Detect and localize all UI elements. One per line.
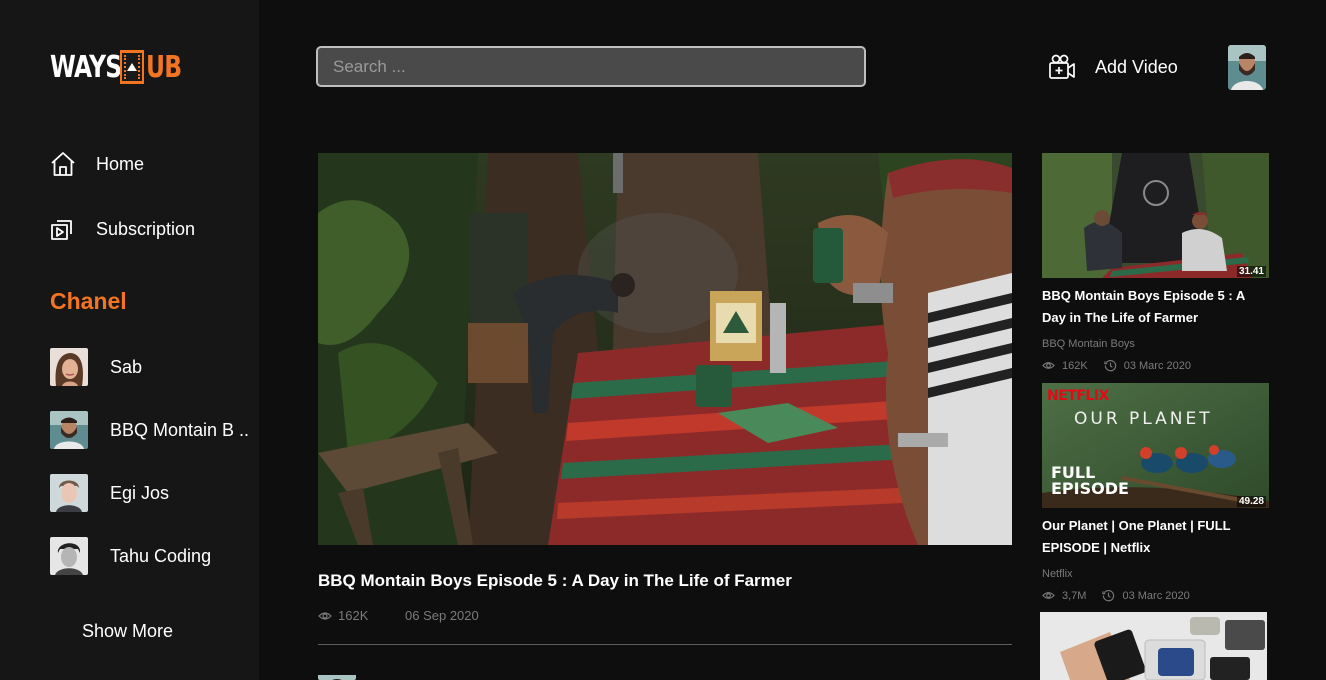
recommended-thumbnail[interactable]: 31.41 <box>1042 153 1269 278</box>
channel-name: Sab <box>110 356 143 377</box>
recommended-channel: BBQ Montain Boys <box>1042 338 1135 350</box>
avatar <box>50 348 88 386</box>
logo-tv-icon <box>120 50 144 84</box>
channel-name: Egi Jos <box>110 482 170 503</box>
views-count: 162K <box>338 608 369 623</box>
add-video-icon <box>1049 54 1075 79</box>
video-frame-image <box>318 153 1012 545</box>
nav-home-label: Home <box>96 153 145 174</box>
channel-name: Tahu Coding <box>110 545 212 566</box>
nav-subscription[interactable]: Subscription <box>50 216 195 242</box>
home-icon <box>51 152 75 176</box>
upload-date: 06 Sep 2020 <box>405 608 479 623</box>
nav-subscription-label: Subscription <box>96 218 196 239</box>
channel-item-sab[interactable]: Sab <box>50 348 142 386</box>
thumb-netflix-text: NETFLIX <box>1047 388 1110 404</box>
thumbnail-image: NETFLIX OUR PLANET FULL EPISODE <box>1042 383 1269 508</box>
channel-item-egi-jos[interactable]: Egi Jos <box>50 474 169 512</box>
recommended-meta: 3,7M 03 Marc 2020 <box>1042 589 1190 602</box>
recommended-meta: 162K 03 Marc 2020 <box>1042 359 1191 372</box>
nav-home[interactable]: Home <box>50 151 144 177</box>
video-title: BBQ Montain Boys Episode 5 : A Day in Th… <box>318 571 792 590</box>
upload-date: 03 Marc 2020 <box>1122 589 1190 602</box>
channel-item-tahu-coding[interactable]: Tahu Coding <box>50 537 211 575</box>
avatar <box>50 537 88 575</box>
eye-icon <box>318 611 332 620</box>
chanel-heading: Chanel <box>50 288 127 314</box>
thumb-badge-line2: EPISODE <box>1051 479 1129 498</box>
add-video-label: Add Video <box>1095 56 1178 77</box>
views-count: 162K <box>1062 359 1088 372</box>
recommended-channel: Netflix <box>1042 568 1073 580</box>
channel-item-bbq-montain[interactable]: BBQ Montain B .. <box>50 411 249 449</box>
channel-name: BBQ Montain B .. <box>110 419 250 440</box>
subscription-icon <box>51 220 72 240</box>
recommended-thumbnail[interactable]: NETFLIX OUR PLANET FULL EPISODE 49.28 <box>1042 383 1269 508</box>
thumb-show-text: OUR PLANET <box>1074 409 1213 429</box>
wayshub-logo[interactable]: WAYS UB <box>50 48 191 86</box>
logo-text-left: WAYS <box>50 49 122 85</box>
avatar <box>50 474 88 512</box>
recommended-thumbnail[interactable] <box>1040 612 1267 680</box>
upload-date: 03 Marc 2020 <box>1123 359 1191 372</box>
avatar <box>50 411 88 449</box>
user-avatar[interactable] <box>1228 45 1266 90</box>
video-player[interactable] <box>318 153 1012 545</box>
views-count: 3,7M <box>1062 589 1087 602</box>
video-date: 06 Sep 2020 <box>405 608 479 623</box>
thumbnail-image <box>1042 153 1269 278</box>
video-views: 162K <box>318 608 368 623</box>
video-duration: 31.41 <box>1236 266 1266 277</box>
show-more-button[interactable]: Show More <box>82 621 173 642</box>
divider <box>318 644 1012 645</box>
recommended-title[interactable]: BBQ Montain Boys Episode 5 : A Day in Th… <box>1042 285 1272 329</box>
history-icon <box>1102 590 1115 602</box>
history-icon <box>1104 360 1116 372</box>
video-duration: 49.28 <box>1236 496 1266 507</box>
add-video-button[interactable]: Add Video <box>1048 53 1178 81</box>
eye-icon <box>1042 362 1055 369</box>
sidebar: WAYS UB Home Subscription Chanel Sab BBQ… <box>0 0 259 680</box>
eye-icon <box>1042 592 1055 599</box>
thumbnail-image <box>1040 612 1267 680</box>
logo-text-right: UB <box>146 49 182 85</box>
search-input[interactable] <box>316 46 866 87</box>
comment-avatar <box>318 671 356 680</box>
recommended-title[interactable]: Our Planet | One Planet | FULL EPISODE |… <box>1042 515 1272 559</box>
